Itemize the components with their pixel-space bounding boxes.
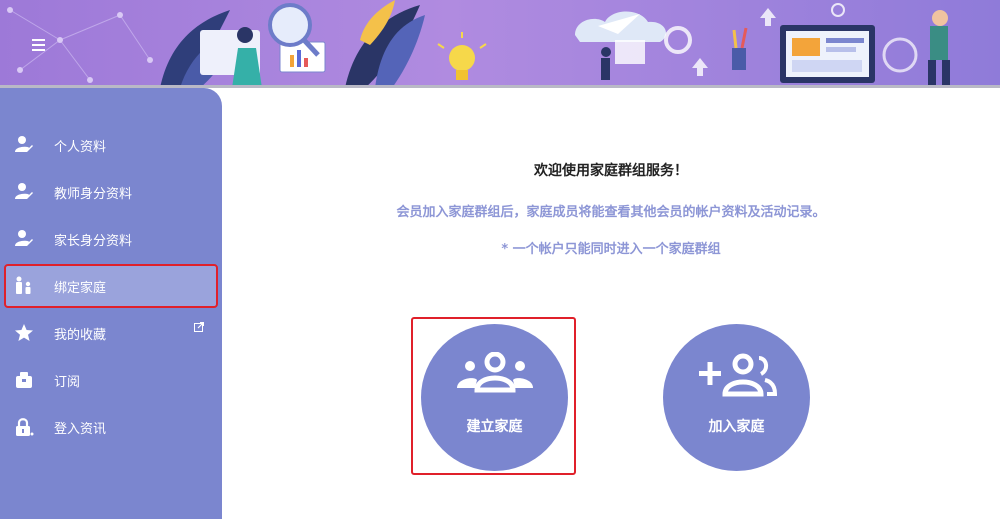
sidebar-item-favorites[interactable]: 我的收藏: [4, 311, 218, 355]
create-family-button[interactable]: 建立家庭: [421, 324, 568, 471]
main-content: 欢迎使用家庭群组服务！ 会员加入家庭群组后，家庭成员将能查看其他会员的帐户资料及…: [222, 88, 1000, 519]
sidebar-item-bind-family[interactable]: 绑定家庭: [4, 264, 218, 308]
sidebar-item-label: 登入资讯: [54, 422, 107, 437]
user-edit-icon: [15, 230, 33, 246]
user-edit-icon: [15, 136, 33, 152]
sidebar-item-label: 订阅: [54, 375, 81, 390]
page-description: 会员加入家庭群组后，家庭成员将能查看其他会员的帐户资料及活动记录。: [396, 205, 826, 220]
header-banner: [0, 0, 1000, 88]
user-edit-icon: [15, 183, 33, 199]
add-user-icon: [699, 353, 777, 397]
page-note: * 一个帐户只能同时进入一个家庭群组: [501, 242, 721, 257]
sidebar-item-subscribe[interactable]: 订阅: [4, 358, 218, 402]
join-family-label: 加入家庭: [708, 419, 765, 435]
banner-illustration: [0, 0, 1000, 88]
subscribe-box-icon: [16, 372, 32, 388]
sidebar-item-login-info[interactable]: 登入资讯: [4, 405, 218, 449]
sidebar-item-label: 绑定家庭: [54, 281, 107, 296]
lock-icon: [16, 418, 34, 436]
sidebar-item-parent-profile[interactable]: 家长身分资料: [4, 217, 218, 261]
sidebar-item-label: 教师身分资料: [54, 187, 133, 202]
sidebar-item-label: 家长身分资料: [54, 234, 133, 249]
sidebar: 个人资料 教师身分资料 家长身分资料 绑定家庭 我的收藏 订阅 登入资讯: [0, 88, 222, 519]
sidebar-item-label: 我的收藏: [54, 328, 107, 343]
sidebar-item-teacher-profile[interactable]: 教师身分资料: [4, 170, 218, 214]
hamburger-menu-icon[interactable]: [28, 36, 50, 54]
group-icon: [457, 352, 533, 393]
page-title: 欢迎使用家庭群组服务！: [534, 163, 688, 179]
star-icon: [15, 324, 33, 341]
external-link-icon[interactable]: [194, 322, 204, 332]
sidebar-item-personal-profile[interactable]: 个人资料: [4, 123, 218, 167]
create-family-label: 建立家庭: [466, 419, 523, 435]
sidebar-item-label: 个人资料: [54, 140, 107, 155]
join-family-button[interactable]: 加入家庭: [663, 324, 810, 471]
family-icon: [16, 276, 31, 294]
